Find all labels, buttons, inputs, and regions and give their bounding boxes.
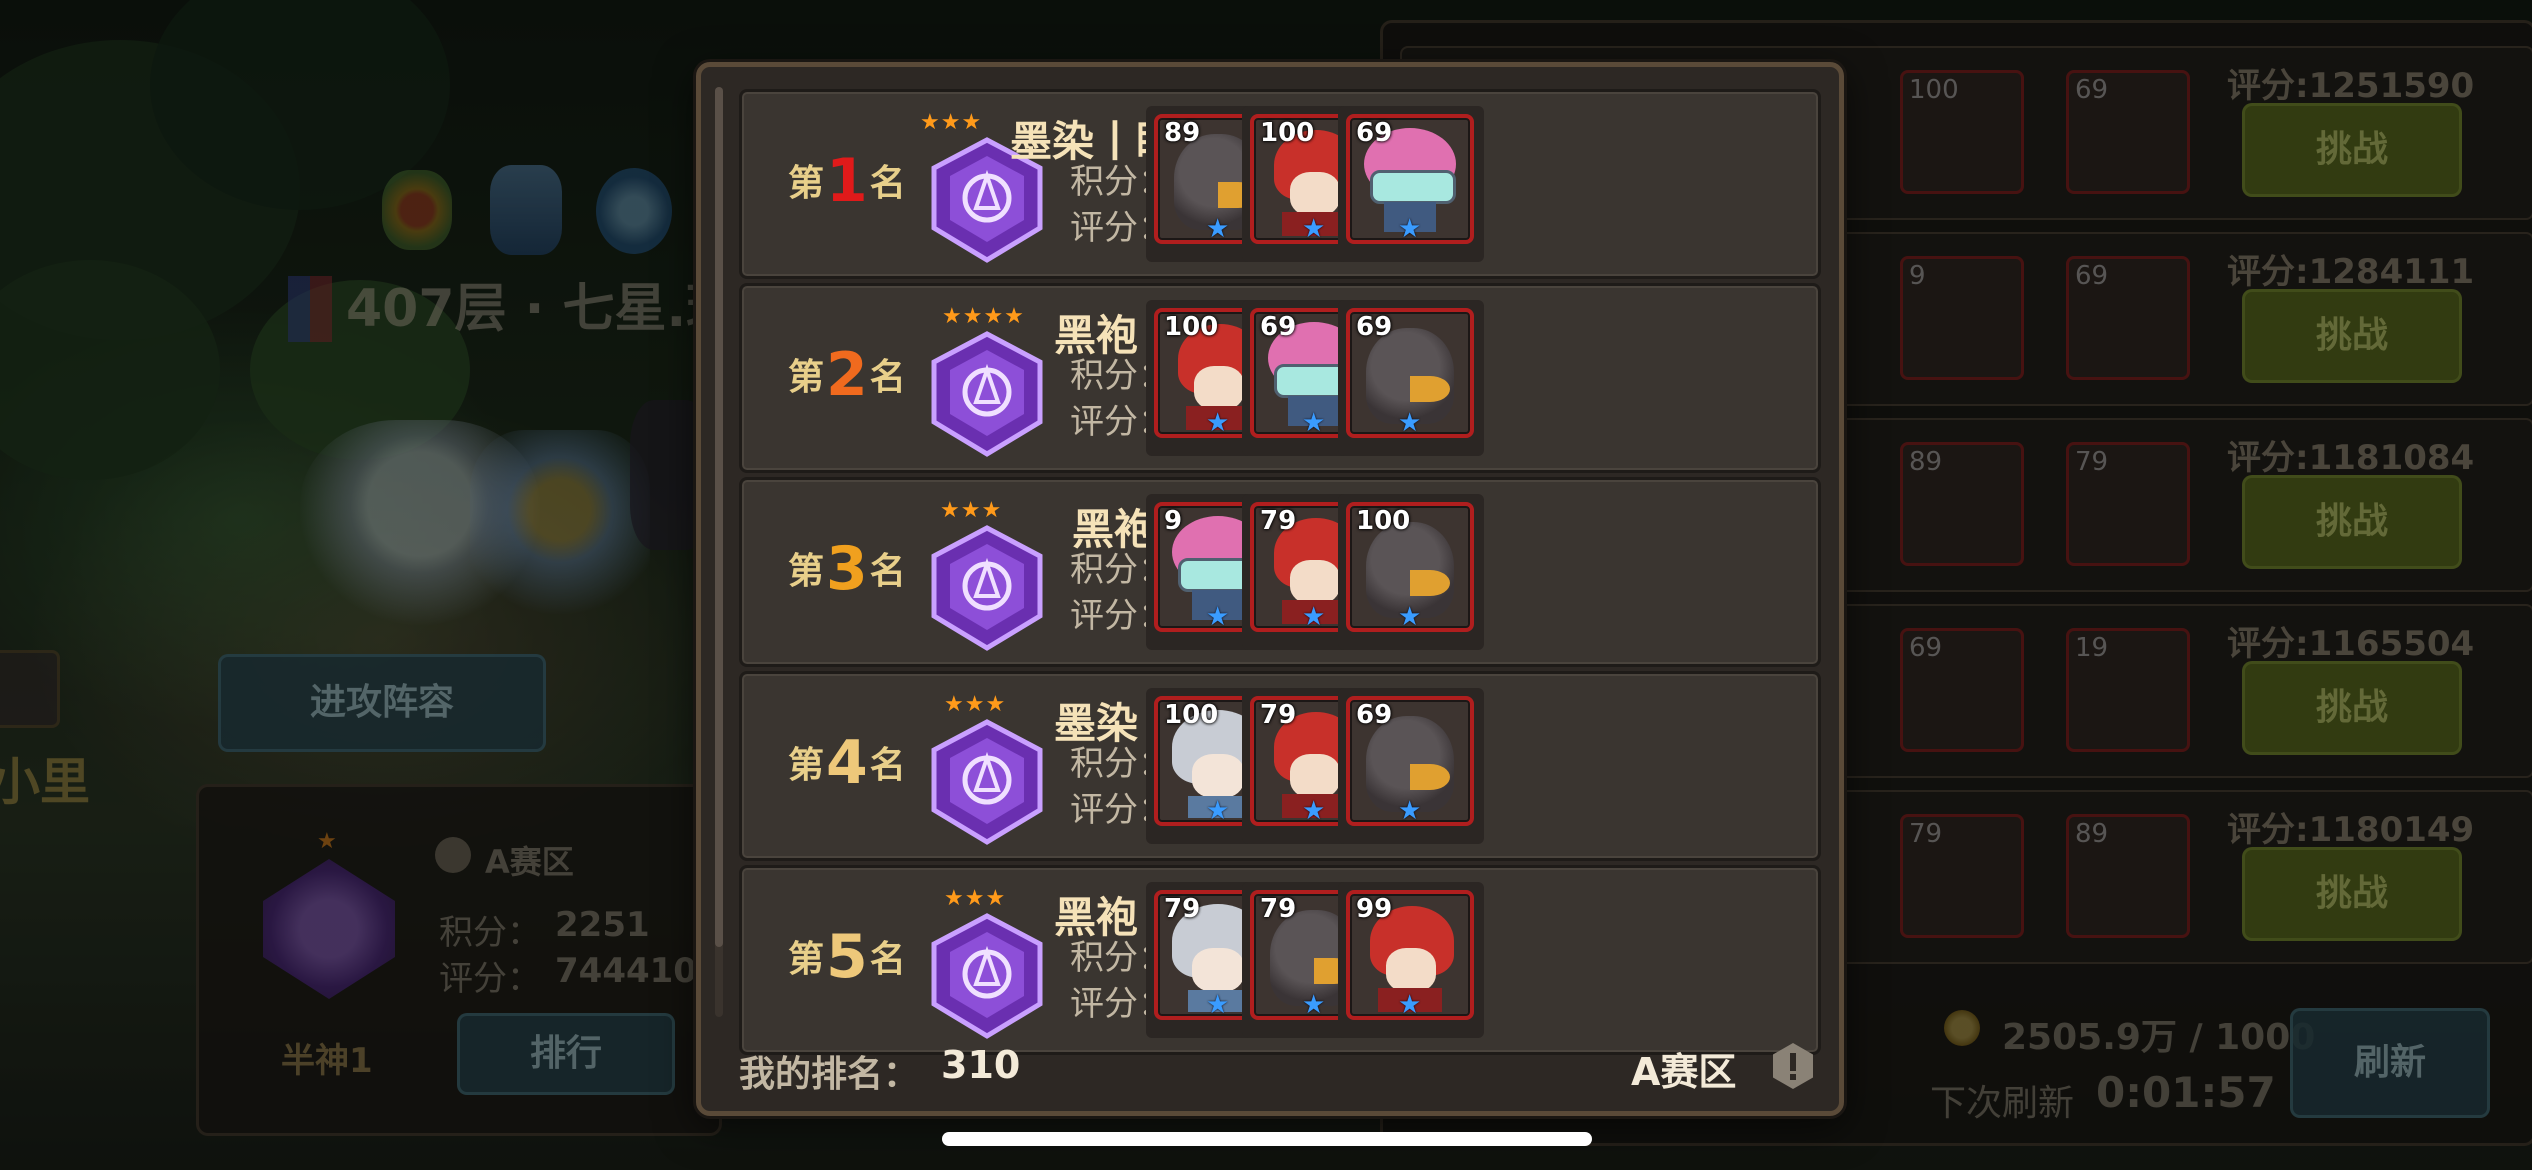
leaderboard-row[interactable]: 第2名★★★★黑袍丶逍遥积分：3052评分：1476791100★69★69★ <box>739 283 1821 473</box>
hero-star-icon: ★ <box>1206 408 1230 438</box>
star-rating-icon: ★★★ <box>920 110 983 135</box>
scrollbar-track[interactable] <box>715 87 723 1017</box>
hero-star-icon: ★ <box>1398 408 1422 438</box>
hero-portrait-redhair[interactable]: 99 ★ <box>1346 890 1474 1020</box>
hero-level: 79 <box>1260 700 1297 730</box>
hero-level: 99 <box>1356 894 1393 924</box>
rank-number: 4 <box>826 728 868 798</box>
hero-level: 100 <box>1164 700 1219 730</box>
hero-star-icon: ★ <box>1206 214 1230 244</box>
hero-level: 79 <box>1164 894 1201 924</box>
hero-star-icon: ★ <box>1398 602 1422 632</box>
rank-label: 第2名 <box>788 340 906 410</box>
star-rating-icon: ★★★ <box>944 692 1007 717</box>
hero-level: 79 <box>1260 506 1297 536</box>
hero-portrait-hooded[interactable]: 69 ★ <box>1346 696 1474 826</box>
rank-label: 第1名 <box>788 146 906 216</box>
rank-number: 1 <box>826 146 868 216</box>
leaderboard-row[interactable]: 第1名★★★墨染丨睡觉先生积分：3069评分：160402189★100★69★ <box>739 89 1821 279</box>
rank-label: 第5名 <box>788 922 906 992</box>
star-rating-icon: ★★★ <box>944 886 1007 911</box>
hero-star-icon: ★ <box>1398 990 1422 1020</box>
hero-level: 69 <box>1356 312 1393 342</box>
star-rating-icon: ★★★★ <box>942 304 1025 329</box>
leaderboard-row[interactable]: 第5名★★★黑袍丶范遥积分：2881评分：142323679★79★99★ <box>739 865 1821 1055</box>
hero-portrait-hooded[interactable]: 100 ★ <box>1346 502 1474 632</box>
rank-tier-badge-icon <box>928 524 1046 652</box>
hero-level: 100 <box>1164 312 1219 342</box>
rank-number: 3 <box>826 534 868 604</box>
hero-portrait-hooded[interactable]: 69 ★ <box>1346 308 1474 438</box>
hero-star-icon: ★ <box>1302 214 1326 244</box>
hero-star-icon: ★ <box>1302 408 1326 438</box>
hero-star-icon: ★ <box>1206 990 1230 1020</box>
hero-star-icon: ★ <box>1206 602 1230 632</box>
my-rank-label: 我的排名： <box>739 1054 920 1095</box>
hero-star-icon: ★ <box>1206 796 1230 826</box>
hero-level: 69 <box>1356 118 1393 148</box>
hero-star-icon: ★ <box>1398 214 1422 244</box>
scrollbar-thumb[interactable] <box>715 87 723 947</box>
hero-level: 69 <box>1260 312 1297 342</box>
rank-number: 5 <box>826 922 868 992</box>
leaderboard-footer: 我的排名： 310 A赛区 <box>713 1029 1823 1105</box>
hero-level: 100 <box>1260 118 1315 148</box>
rank-label: 第3名 <box>788 534 906 604</box>
hero-star-icon: ★ <box>1302 602 1326 632</box>
home-indicator[interactable] <box>942 1132 1592 1146</box>
hero-level: 69 <box>1356 700 1393 730</box>
hero-level: 89 <box>1164 118 1201 148</box>
rank-tier-badge-icon <box>928 718 1046 846</box>
hero-level: 100 <box>1356 506 1411 536</box>
rank-number: 2 <box>826 340 868 410</box>
hero-portrait-goggles[interactable]: 69 ★ <box>1346 114 1474 244</box>
leaderboard-modal: 第1名★★★墨染丨睡觉先生积分：3069评分：160402189★100★69★… <box>696 62 1844 1116</box>
hero-level: 79 <box>1260 894 1297 924</box>
zone-info-icon[interactable] <box>1773 1043 1813 1089</box>
rank-tier-badge-icon <box>928 912 1046 1040</box>
hero-star-icon: ★ <box>1302 796 1326 826</box>
hero-level: 9 <box>1164 506 1183 536</box>
leaderboard-row[interactable]: 第3名★★★黑袍丶曾阿牛积分：2938评分：13794269★79★100★ <box>739 477 1821 667</box>
leaderboard-row[interactable]: 第4名★★★墨染丨青衣积分：2893评分：1336481100★79★69★ <box>739 671 1821 861</box>
my-rank-value: 310 <box>941 1043 1021 1087</box>
zone-label: A赛区 <box>1631 1050 1737 1094</box>
star-rating-icon: ★★★ <box>940 498 1003 523</box>
rank-tier-badge-icon <box>928 330 1046 458</box>
rank-label: 第4名 <box>788 728 906 798</box>
hero-star-icon: ★ <box>1398 796 1422 826</box>
hero-star-icon: ★ <box>1302 990 1326 1020</box>
